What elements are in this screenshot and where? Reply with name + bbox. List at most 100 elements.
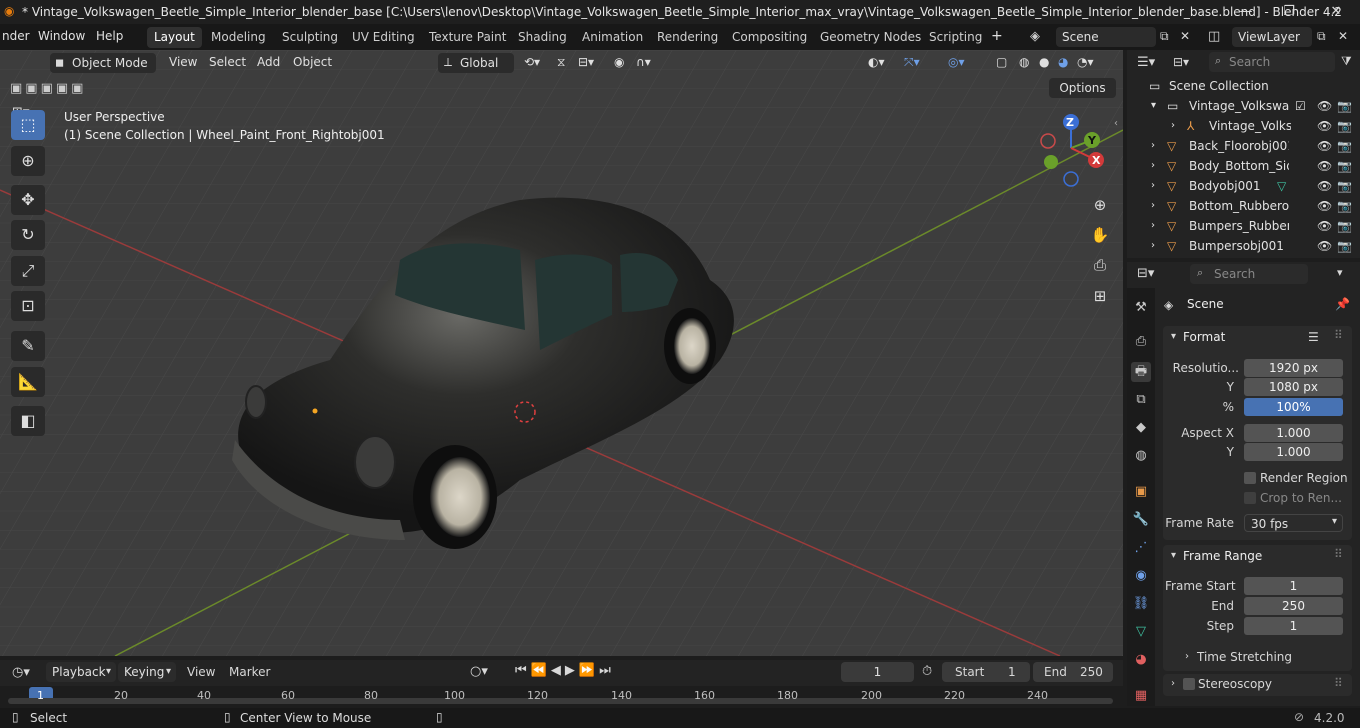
eye-icon[interactable]: 👁 <box>1317 116 1332 136</box>
eye-icon[interactable]: 👁 <box>1317 236 1332 256</box>
texture-tab-icon[interactable]: ▦ <box>1131 686 1151 706</box>
eye-icon[interactable]: 👁 <box>1317 156 1332 176</box>
camera-icon[interactable]: 📷 <box>1337 156 1352 176</box>
proportional-edit-icon[interactable]: ◉ <box>614 53 624 72</box>
solid-shading-icon[interactable]: ● <box>1039 53 1049 72</box>
constraints-tab-icon[interactable]: ⛓ <box>1131 594 1151 614</box>
scene-icon[interactable]: ◈ <box>1030 29 1040 44</box>
properties-options-icon[interactable]: ▾ <box>1337 266 1343 279</box>
pivot-icon[interactable]: ⟲▾ <box>524 53 540 72</box>
aspect-x-field[interactable]: 1.000 <box>1244 424 1343 442</box>
drag-handle-icon[interactable]: ⠿ <box>1334 547 1343 561</box>
outliner-scene-collection[interactable]: ▭ Scene Collection <box>1127 76 1360 96</box>
eye-icon[interactable]: 👁 <box>1317 196 1332 216</box>
menu-add[interactable]: Add <box>257 53 280 72</box>
falloff-icon[interactable]: ∩▾ <box>636 53 651 72</box>
xray-icon[interactable]: ▢ <box>996 53 1007 72</box>
checkbox-icon[interactable]: ☑ <box>1295 96 1306 116</box>
pan-hand-icon[interactable]: ✋ <box>1087 222 1113 248</box>
eye-icon[interactable]: 👁 <box>1317 96 1332 116</box>
material-shading-icon[interactable]: ◕ <box>1058 53 1068 72</box>
collapse-chevron-icon[interactable]: ▾ <box>1171 550 1176 561</box>
render-tab-icon[interactable]: ⎙ <box>1131 332 1151 352</box>
auto-keying-icon[interactable]: ○▾ <box>470 664 488 679</box>
tab-sculpting[interactable]: Sculpting <box>275 27 345 48</box>
object-tab-icon[interactable]: ▣ <box>1131 482 1151 502</box>
remove-viewlayer-icon[interactable]: ✕ <box>1338 29 1348 43</box>
outliner-collection-row[interactable]: ▾ ▭ Vintage_Volkswagen_Beetle ☑ 👁 📷 <box>1127 96 1360 116</box>
zoom-icon[interactable]: ⊕ <box>1087 192 1113 218</box>
expand-chevron-icon[interactable]: › <box>1171 678 1175 689</box>
3d-viewport[interactable]: Z Y X User Perspective (1) Scene Collect… <box>0 50 1123 656</box>
tab-layout[interactable]: Layout <box>147 27 202 48</box>
stopwatch-icon[interactable]: ⏱ <box>922 664 932 679</box>
collapse-chevron-icon[interactable]: ▾ <box>1171 331 1176 342</box>
resolution-x-field[interactable]: 1920 px <box>1244 359 1343 377</box>
camera-view-icon[interactable]: ⎙ <box>1087 252 1113 278</box>
playback-controls-icons[interactable]: ⏮⏪◀▶⏩⏭ <box>515 663 615 678</box>
snap-icon[interactable]: ⧖ <box>557 53 565 72</box>
menu-select[interactable]: Select <box>209 53 246 72</box>
eye-icon[interactable]: 👁 <box>1317 216 1332 236</box>
camera-icon[interactable]: 📷 <box>1337 236 1352 256</box>
drag-handle-icon[interactable]: ⠿ <box>1334 676 1343 690</box>
scene-selector[interactable]: Scene <box>1056 27 1156 47</box>
camera-icon[interactable]: 📷 <box>1337 96 1352 116</box>
tool-tab-icon[interactable]: ⚒ <box>1131 298 1151 318</box>
drag-handle-icon[interactable]: ⠿ <box>1334 328 1343 342</box>
expand-chevron-icon[interactable]: ▾ <box>1151 96 1156 116</box>
eye-icon[interactable]: 👁 <box>1317 136 1332 156</box>
new-scene-icon[interactable]: ⧉ <box>1160 29 1169 44</box>
minimize-button[interactable]: — <box>1236 2 1256 22</box>
tab-uv-editing[interactable]: UV Editing <box>345 27 422 48</box>
orthographic-toggle-icon[interactable]: ⊞ <box>1087 283 1113 309</box>
frame-step-field[interactable]: 1 <box>1244 617 1343 635</box>
menu-object[interactable]: Object <box>293 53 332 72</box>
display-mode-icon[interactable]: ⊟▾ <box>1173 55 1189 69</box>
view-layer-tab-icon[interactable]: ⧉ <box>1131 390 1151 410</box>
frame-range-panel-title[interactable]: Frame Range <box>1183 549 1262 563</box>
outliner-item-row[interactable]: › ▽ Bottom_Rubberobj 👁 📷 <box>1127 196 1360 216</box>
selection-mode-icons[interactable]: ▣▣▣▣▣ <box>10 81 86 96</box>
snap-target-icon[interactable]: ⊟▾ <box>578 53 594 72</box>
cursor-tool[interactable]: ⊕ <box>11 146 45 176</box>
options-button[interactable]: Options <box>1049 78 1116 98</box>
rotate-tool[interactable]: ↻ <box>11 220 45 250</box>
visibility-icon[interactable]: ◐▾ <box>868 53 885 72</box>
resolution-y-field[interactable]: 1080 px <box>1244 378 1343 396</box>
output-tab-icon[interactable]: 🖶 <box>1131 362 1151 382</box>
camera-icon[interactable]: 📷 <box>1337 136 1352 156</box>
add-workspace-button[interactable]: + <box>991 28 1003 44</box>
camera-icon[interactable]: 📷 <box>1337 176 1352 196</box>
tab-shading[interactable]: Shading <box>511 27 574 48</box>
outliner-item-row[interactable]: › ▽ Bumpersobj001 👁 📷 <box>1127 236 1360 256</box>
material-tab-icon[interactable]: ◕ <box>1131 650 1151 670</box>
properties-editor-icon[interactable]: ⊟▾ <box>1137 266 1154 281</box>
outliner-item-row[interactable]: › ▽ Bumpers_Rubberot 👁 📷 <box>1127 216 1360 236</box>
tab-scripting[interactable]: Scripting <box>922 27 989 48</box>
expand-chevron-icon[interactable]: › <box>1151 196 1155 216</box>
camera-icon[interactable]: 📷 <box>1337 196 1352 216</box>
outliner-item-row[interactable]: › ▽ Bodyobj001 ▽ 👁 📷 <box>1127 176 1360 196</box>
overlay-toggle-icon[interactable]: ◎▾ <box>948 53 965 72</box>
viewlayer-selector[interactable]: ViewLayer <box>1232 27 1312 47</box>
outliner-item-row[interactable]: › ▽ Back_Floorobj001 👁 📷 <box>1127 136 1360 156</box>
tab-compositing[interactable]: Compositing <box>725 27 814 48</box>
mode-selector[interactable]: Object Mode <box>50 53 156 73</box>
rendered-shading-icon[interactable]: ◔▾ <box>1077 53 1094 72</box>
tab-geometry-nodes[interactable]: Geometry Nodes <box>813 27 928 48</box>
expand-chevron-icon[interactable]: › <box>1151 216 1155 236</box>
tab-rendering[interactable]: Rendering <box>650 27 725 48</box>
expand-chevron-icon[interactable]: › <box>1171 116 1175 136</box>
menu-help[interactable]: Help <box>96 29 123 43</box>
resolution-percent-field[interactable]: 100% <box>1244 398 1343 416</box>
annotate-tool[interactable]: ✎ <box>11 331 45 361</box>
wireframe-shading-icon[interactable]: ◍ <box>1019 53 1029 72</box>
outliner-search-input[interactable]: Search <box>1209 52 1335 72</box>
measure-tool[interactable]: 📐 <box>11 367 45 397</box>
format-panel-title[interactable]: Format <box>1183 330 1225 344</box>
time-stretching-subpanel[interactable]: Time Stretching <box>1197 650 1292 664</box>
data-tab-icon[interactable]: ▽ <box>1131 622 1151 642</box>
presets-icon[interactable]: ☰ <box>1308 330 1319 344</box>
select-box-tool[interactable]: ⬚ <box>11 110 45 140</box>
